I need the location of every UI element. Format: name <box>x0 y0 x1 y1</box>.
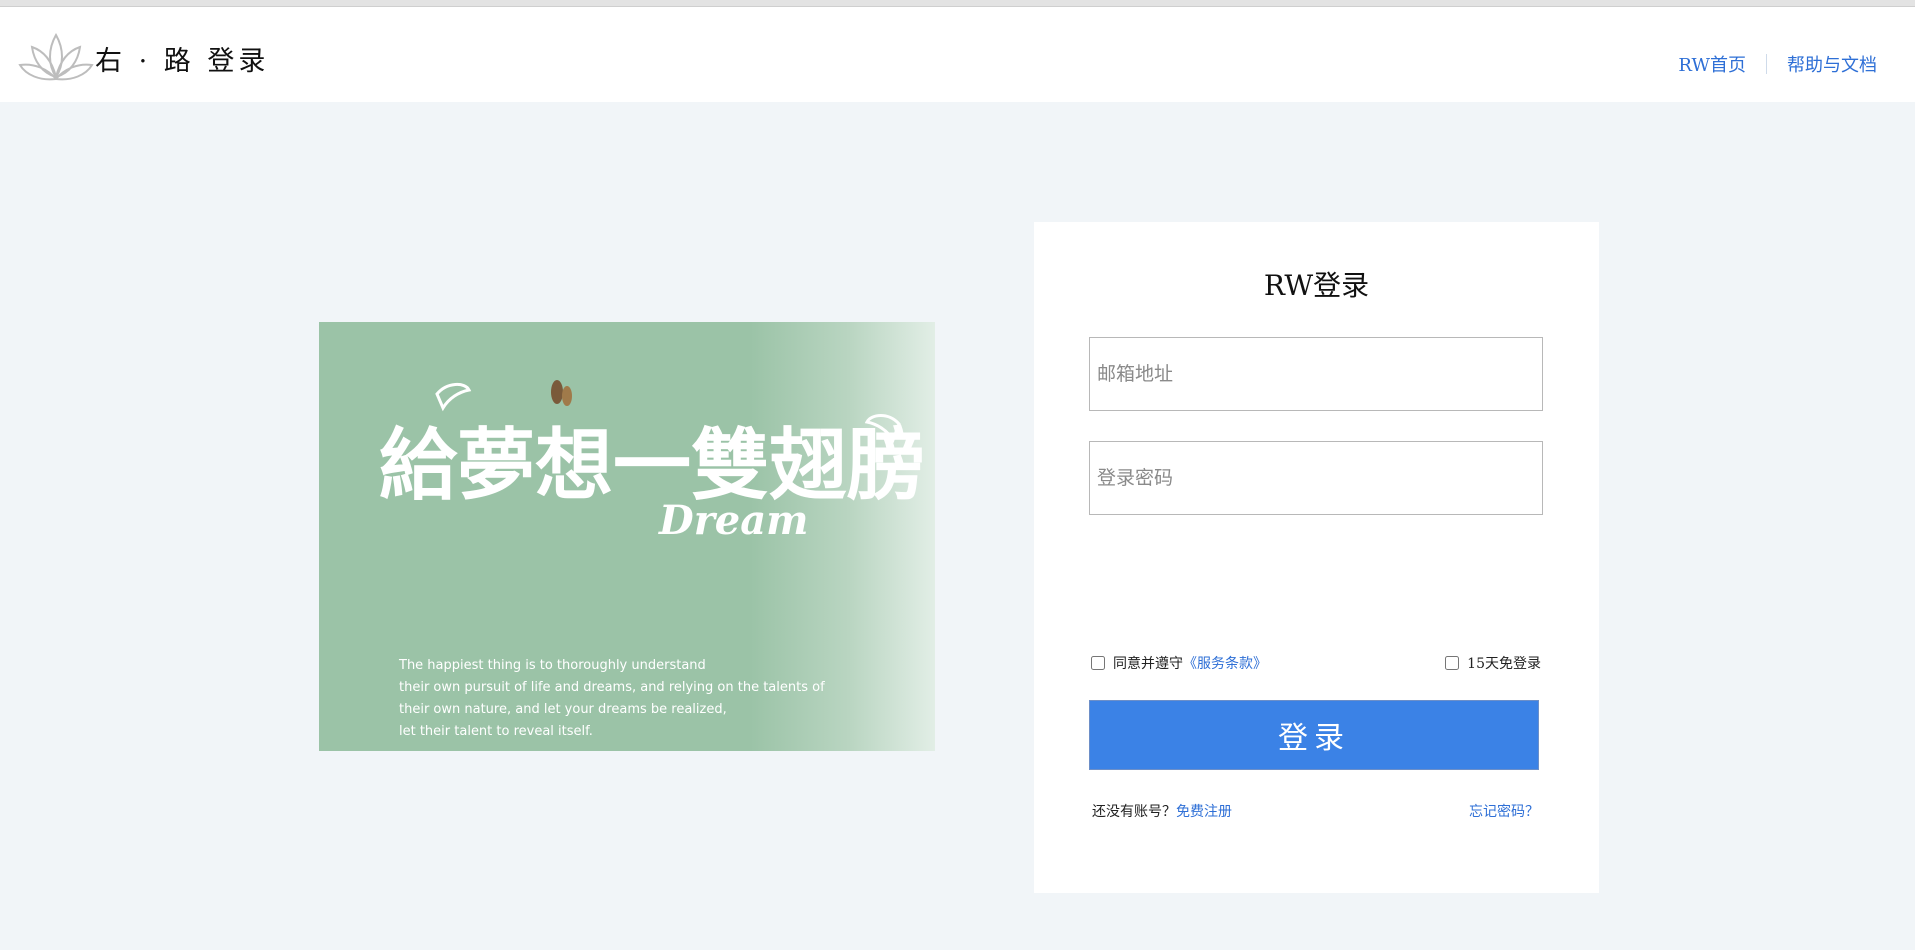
email-input[interactable] <box>1089 337 1543 411</box>
terms-of-service-link[interactable]: 《服务条款》 <box>1183 653 1267 673</box>
lotus-logo-icon <box>18 32 94 81</box>
quote-line: The happiest thing is to thoroughly unde… <box>399 658 706 673</box>
remember-15days-label: 15天免登录 <box>1467 656 1541 672</box>
nav-divider <box>1766 54 1767 74</box>
top-header: 右 · 路 登录 RW首页 帮助与文档 <box>0 7 1915 102</box>
nav-help-docs-link[interactable]: 帮助与文档 <box>1787 55 1877 76</box>
no-account-text: 还没有账号？ <box>1092 804 1176 820</box>
dream-banner-image: 給夢想一雙翅膀 Dream The happiest thing is to t… <box>319 322 935 751</box>
password-input[interactable] <box>1089 441 1543 515</box>
agree-terms-label: 同意并遵守 <box>1113 656 1183 672</box>
agree-terms-row: 同意并遵守 《服务条款》 <box>1091 653 1267 673</box>
wing-left-icon <box>435 383 472 412</box>
browser-top-line <box>0 0 1915 7</box>
forgot-password-link[interactable]: 忘记密码？ <box>1469 801 1539 821</box>
top-nav: RW首页 帮助与文档 <box>1678 51 1877 77</box>
remember-login-row: 15天免登录 <box>1445 653 1541 673</box>
brand-title: 右 · 路 登录 <box>95 46 270 77</box>
nav-rw-home-link[interactable]: RW首页 <box>1678 55 1746 76</box>
quote-line: let their talent to reveal itself. <box>399 724 593 739</box>
banner-dream-word: Dream <box>658 497 808 544</box>
banner-quote: The happiest thing is to thoroughly unde… <box>399 655 825 743</box>
quote-line: their own pursuit of life and dreams, an… <box>399 680 825 695</box>
remember-15days-checkbox[interactable] <box>1445 656 1460 670</box>
free-register-link[interactable]: 免费注册 <box>1176 804 1232 820</box>
register-prompt: 还没有账号？免费注册 <box>1092 801 1232 821</box>
butterfly-icon <box>551 380 572 406</box>
login-card: RW登录 同意并遵守《服务条款》 15天免登录 登录 还没有账号？免费注册 忘记… <box>1034 222 1599 893</box>
login-title: RW登录 <box>1263 269 1370 302</box>
quote-line: their own nature, and let your dreams be… <box>399 702 727 717</box>
login-button[interactable]: 登录 <box>1089 700 1539 770</box>
agree-terms-checkbox[interactable] <box>1091 656 1105 670</box>
banner-calligraphy: 給夢想一雙翅膀 <box>379 420 925 511</box>
